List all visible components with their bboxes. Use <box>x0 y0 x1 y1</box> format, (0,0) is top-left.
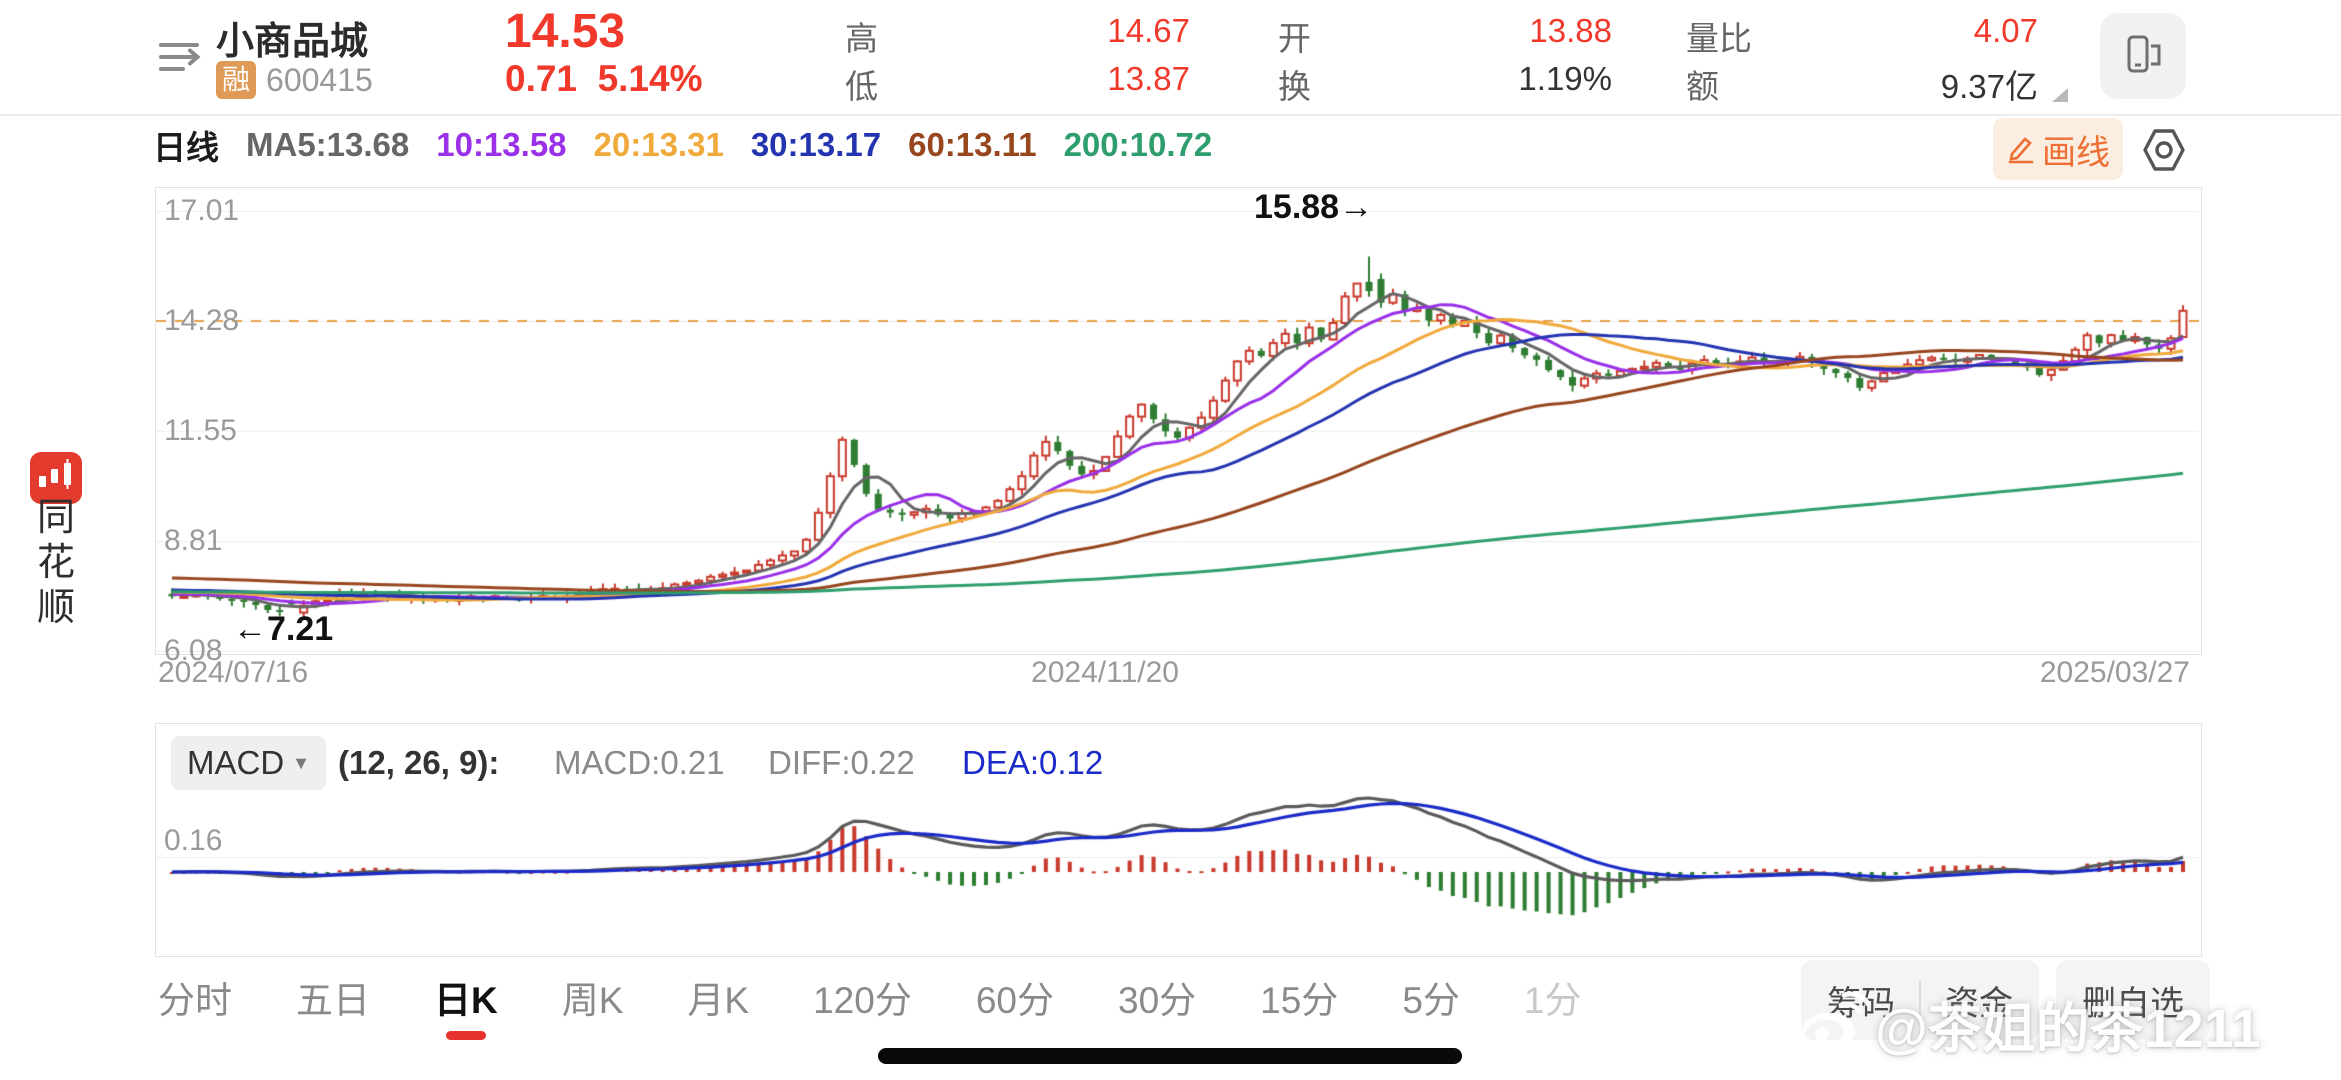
draw-line-button[interactable]: 画线 <box>1993 118 2123 180</box>
pencil-icon <box>2006 134 2036 164</box>
brand-char: 花 <box>33 541 79 586</box>
period-tab-bar: 分时 五日 日K 周K 月K 120分 60分 30分 15分 5分 1分 <box>158 962 1581 1032</box>
tab-分时[interactable]: 分时 <box>158 970 232 1024</box>
draw-line-label: 画线 <box>2042 125 2110 174</box>
stock-name: 小商品城 <box>216 10 368 65</box>
ma-item-60: 60:13.11 <box>908 126 1036 164</box>
tab-120分[interactable]: 120分 <box>813 970 912 1024</box>
brand-char: 顺 <box>33 586 79 631</box>
chart-settings-icon[interactable] <box>2138 124 2190 176</box>
period-low-annotation: ←7.21 <box>233 610 333 649</box>
diff-value: DIFF:0.22 <box>768 744 915 782</box>
macd-selector-button[interactable]: MACD ▼ <box>171 736 326 790</box>
brand-vertical-text: 同花顺 <box>33 496 79 631</box>
weibo-watermark: @茶姐的茶1211 <box>1795 984 2261 1063</box>
ma-item-5: MA5:13.68 <box>246 126 409 164</box>
high-label: 高 <box>845 12 878 60</box>
tab-15分[interactable]: 15分 <box>1260 970 1338 1024</box>
dea-value: DEA:0.12 <box>962 744 1103 782</box>
tab-60分[interactable]: 60分 <box>976 970 1054 1024</box>
tab-五日[interactable]: 五日 <box>296 970 370 1024</box>
y-tick-8.81: 8.81 <box>164 524 222 558</box>
ma-item-200: 200:10.72 <box>1064 126 1213 164</box>
amount-value: 9.37亿 <box>1798 60 2038 108</box>
amount-label: 额 <box>1686 60 1719 108</box>
rotate-screen-button[interactable] <box>2100 13 2186 99</box>
volume-ratio-label: 量比 <box>1686 12 1752 60</box>
x-axis-labels: 2024/07/16 2024/11/20 2025/03/27 <box>155 656 2200 692</box>
ma-values-list: MA5:13.68 10:13.58 20:13.31 30:13.17 60:13.1… <box>246 126 1212 164</box>
last-price: 14.53 <box>505 4 625 59</box>
macd-params: (12, 26, 9): <box>338 744 499 782</box>
quote-header: 小商品城 融 600415 14.53 0.71 5.14% 高 14.67 低… <box>0 0 2341 116</box>
price-change: 0.71 5.14% <box>505 58 702 100</box>
brand-char: 同 <box>33 496 79 541</box>
candlestick-chart-panel: 17.0114.2811.558.816.08 15.88→ ←7.21 <box>155 187 2202 655</box>
tab-周K[interactable]: 周K <box>562 970 624 1024</box>
stock-code-row: 融 600415 <box>216 60 373 100</box>
ma-item-20: 20:13.31 <box>594 126 724 164</box>
low-label: 低 <box>845 60 878 108</box>
high-value: 14.67 <box>950 12 1190 50</box>
collapse-menu-icon[interactable] <box>156 34 202 80</box>
open-label: 开 <box>1278 12 1311 60</box>
amount-expander-icon[interactable] <box>2052 88 2068 102</box>
y-tick-11.55: 11.55 <box>164 414 237 448</box>
open-value: 13.88 <box>1372 12 1612 50</box>
stock-app-screen: 小商品城 融 600415 14.53 0.71 5.14% 高 14.67 低… <box>0 0 2341 1080</box>
macd-selector-label: MACD <box>187 744 284 782</box>
turnover-label: 换 <box>1278 60 1311 108</box>
margin-badge: 融 <box>216 61 256 99</box>
period-high-annotation: 15.88→ <box>1254 188 1373 227</box>
tab-5分[interactable]: 5分 <box>1402 970 1460 1024</box>
stock-code: 600415 <box>266 62 373 99</box>
ma-item-10: 10:13.58 <box>436 126 566 164</box>
ma-item-30: 30:13.17 <box>751 126 881 164</box>
tab-30分[interactable]: 30分 <box>1118 970 1196 1024</box>
macd-canvas[interactable] <box>156 790 2199 954</box>
x-label-mid: 2024/11/20 <box>955 656 1255 690</box>
tab-月K[interactable]: 月K <box>687 970 749 1024</box>
macd-panel: MACD ▼ (12, 26, 9): MACD:0.21 DIFF:0.22 … <box>155 723 2202 957</box>
tab-1分[interactable]: 1分 <box>1524 970 1582 1024</box>
low-value: 13.87 <box>950 60 1190 98</box>
rotate-phone-icon <box>2117 30 2169 82</box>
candlestick-canvas[interactable] <box>156 188 2199 652</box>
turnover-value: 1.19% <box>1372 60 1612 98</box>
x-label-end: 2025/03/27 <box>1900 656 2190 690</box>
ma-indicator-bar: 日线 MA5:13.68 10:13.58 20:13.31 30:13.17 60:1… <box>153 122 1212 168</box>
home-indicator-bar[interactable] <box>878 1048 1462 1064</box>
x-label-start: 2024/07/16 <box>158 656 308 690</box>
period-label: 日线 <box>153 121 219 169</box>
chevron-down-icon: ▼ <box>292 753 310 774</box>
macd-value: MACD:0.21 <box>554 744 725 782</box>
watermark-text: @茶姐的茶1211 <box>1875 984 2261 1063</box>
y-tick-17.01: 17.01 <box>164 194 239 228</box>
y-tick-14.28: 14.28 <box>164 304 239 338</box>
volume-ratio-value: 4.07 <box>1798 12 2038 50</box>
weibo-icon <box>1795 991 1869 1057</box>
tab-日K[interactable]: 日K <box>434 970 498 1024</box>
